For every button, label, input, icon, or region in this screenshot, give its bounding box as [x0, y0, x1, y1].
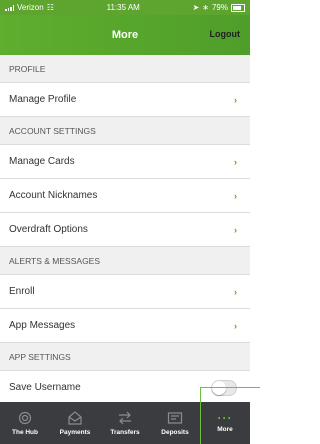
menu-item-label: Manage Profile	[9, 94, 77, 105]
menu-item-enroll[interactable]: Enroll ›	[0, 275, 250, 309]
tab-payments[interactable]: Payments	[50, 402, 100, 444]
chevron-right-icon: ›	[234, 156, 237, 167]
nav-bar: More Logout	[0, 15, 250, 55]
wifi-icon: ☷	[46, 3, 54, 12]
battery-icon	[231, 3, 245, 12]
bluetooth-icon: ∗	[202, 3, 209, 12]
time: 11:35 AM	[106, 3, 140, 12]
section-header-account-settings: ACCOUNT SETTINGS	[0, 117, 250, 145]
chevron-right-icon: ›	[234, 286, 237, 297]
chevron-right-icon: ›	[234, 224, 237, 235]
phone-screen: Verizon ☷ 11:35 AM ➤ ∗ 79% More Logout P…	[0, 0, 250, 444]
tab-transfers[interactable]: Transfers	[100, 402, 150, 444]
tab-label: Payments	[59, 428, 91, 436]
page-title: More	[111, 29, 139, 41]
chevron-right-icon: ›	[234, 190, 237, 201]
status-bar: Verizon ☷ 11:35 AM ➤ ∗ 79%	[0, 0, 250, 15]
highlight-callout	[200, 387, 260, 444]
menu-item-label: Overdraft Options	[9, 224, 88, 235]
payments-icon	[68, 410, 82, 425]
tab-label: Transfers	[110, 428, 140, 436]
tab-label: Deposits	[161, 428, 189, 436]
tab-label: The Hub	[12, 428, 38, 436]
tab-deposits[interactable]: Deposits	[150, 402, 200, 444]
battery-percent: 79%	[211, 3, 228, 12]
menu-item-label: Save Username	[9, 382, 81, 393]
hub-icon	[18, 411, 32, 424]
menu-item-app-messages[interactable]: App Messages ›	[0, 309, 250, 343]
menu-item-label: Account Nicknames	[9, 190, 98, 201]
menu-item-label: Manage Cards	[9, 156, 75, 167]
menu-item-label: App Messages	[9, 320, 76, 331]
section-header-alerts: ALERTS & MESSAGES	[0, 247, 250, 275]
menu-item-account-nicknames[interactable]: Account Nicknames ›	[0, 179, 250, 213]
logout-button[interactable]: Logout	[210, 29, 241, 39]
transfers-icon	[119, 411, 131, 424]
carrier: Verizon	[17, 3, 44, 12]
menu-item-manage-profile[interactable]: Manage Profile ›	[0, 83, 250, 117]
location-icon: ➤	[192, 3, 200, 12]
chevron-right-icon: ›	[234, 320, 237, 331]
tab-the-hub[interactable]: The Hub	[0, 402, 50, 444]
menu-item-overdraft-options[interactable]: Overdraft Options ›	[0, 213, 250, 247]
deposits-icon	[167, 411, 183, 424]
section-header-profile: PROFILE	[0, 55, 250, 83]
menu-item-manage-cards[interactable]: Manage Cards ›	[0, 145, 250, 179]
menu-item-label: Enroll	[9, 286, 35, 297]
section-header-app-settings: APP SETTINGS	[0, 343, 250, 371]
signal-icon	[5, 4, 14, 11]
chevron-right-icon: ›	[234, 94, 237, 105]
